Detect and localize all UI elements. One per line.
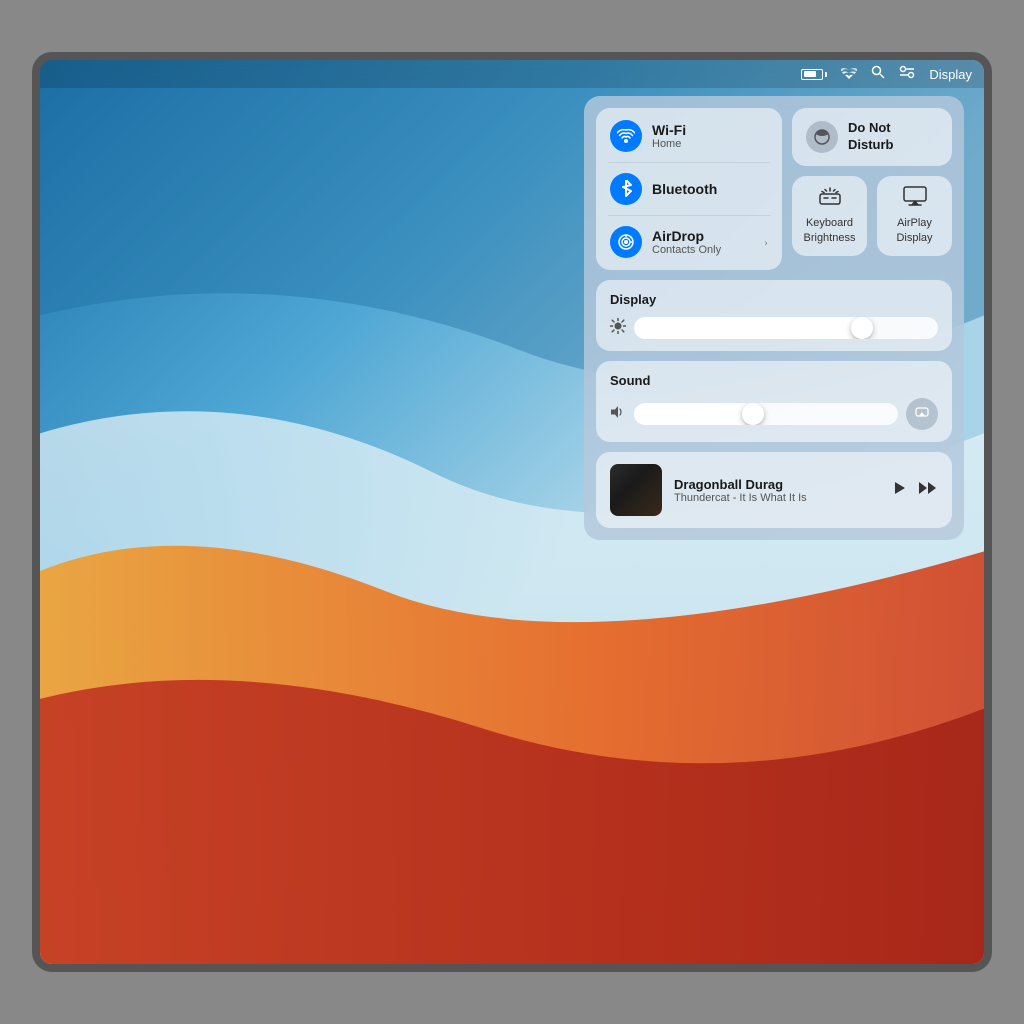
wifi-icon bbox=[610, 120, 642, 152]
airdrop-arrow: › bbox=[764, 235, 768, 250]
wifi-label: Wi-Fi bbox=[652, 122, 686, 138]
menubar: Display bbox=[40, 60, 984, 88]
bluetooth-icon bbox=[610, 173, 642, 205]
bluetooth-item[interactable]: Bluetooth bbox=[610, 173, 768, 205]
small-tiles-row: Keyboard Brightness AirPlay Display bbox=[792, 176, 952, 256]
display-slider-row bbox=[610, 317, 938, 339]
wifi-menubar-icon[interactable] bbox=[841, 65, 857, 84]
wifi-text: Wi-Fi Home bbox=[652, 122, 686, 150]
wifi-item[interactable]: Wi-Fi Home bbox=[610, 120, 768, 152]
search-menubar-icon[interactable] bbox=[871, 65, 885, 84]
keyboard-brightness-tile[interactable]: Keyboard Brightness bbox=[792, 176, 867, 256]
airplay-display-icon bbox=[903, 186, 927, 212]
track-title: Dragonball Durag bbox=[674, 477, 878, 492]
dnd-icon bbox=[806, 121, 838, 153]
airdrop-subtitle: Contacts Only bbox=[652, 244, 721, 256]
display-title: Display bbox=[610, 292, 938, 307]
sound-slider-track[interactable] bbox=[634, 403, 898, 425]
battery-icon bbox=[801, 69, 827, 80]
now-playing-tile: Dragonball Durag Thundercat - It Is What… bbox=[596, 452, 952, 528]
airdrop-text: AirDrop Contacts Only bbox=[652, 228, 721, 256]
airdrop-item[interactable]: AirDrop Contacts Only › bbox=[610, 226, 768, 258]
control-center-panel: Wi-Fi Home Bluetooth bbox=[584, 96, 964, 540]
playback-controls bbox=[890, 479, 938, 502]
airplay-sound-button[interactable] bbox=[906, 398, 938, 430]
right-col: Do Not Disturb bbox=[792, 108, 952, 270]
airplay-display-tile[interactable]: AirPlay Display bbox=[877, 176, 952, 256]
keyboard-brightness-label: Keyboard Brightness bbox=[800, 216, 859, 245]
brightness-icon bbox=[610, 318, 626, 339]
divider-1 bbox=[608, 162, 770, 163]
keyboard-brightness-icon bbox=[818, 186, 842, 212]
track-artist: Thundercat - It Is What It Is bbox=[674, 492, 878, 504]
sound-slider-row bbox=[610, 398, 938, 430]
dnd-label: Do Not Disturb bbox=[848, 120, 938, 154]
airplay-display-label: AirPlay Display bbox=[885, 216, 944, 245]
control-center-menubar-icon[interactable] bbox=[899, 65, 915, 84]
display-slider-track[interactable] bbox=[634, 317, 938, 339]
bluetooth-text: Bluetooth bbox=[652, 181, 717, 197]
display-section: Display bbox=[596, 280, 952, 351]
track-info: Dragonball Durag Thundercat - It Is What… bbox=[674, 477, 878, 504]
wifi-subtitle: Home bbox=[652, 138, 686, 150]
album-art-gradient bbox=[610, 464, 662, 516]
divider-2 bbox=[608, 215, 770, 216]
airdrop-label: AirDrop bbox=[652, 228, 721, 244]
sound-title: Sound bbox=[610, 373, 938, 388]
menubar-datetime: Display bbox=[929, 67, 972, 82]
volume-icon bbox=[610, 405, 626, 424]
top-row: Wi-Fi Home Bluetooth bbox=[596, 108, 952, 270]
airdrop-icon bbox=[610, 226, 642, 258]
screen-container: Display Wi- bbox=[32, 52, 992, 972]
play-button[interactable] bbox=[890, 479, 908, 502]
menubar-right: Display bbox=[801, 65, 972, 84]
sound-section: Sound bbox=[596, 361, 952, 442]
bluetooth-label: Bluetooth bbox=[652, 181, 717, 197]
album-art bbox=[610, 464, 662, 516]
network-tile: Wi-Fi Home Bluetooth bbox=[596, 108, 782, 270]
dnd-tile[interactable]: Do Not Disturb bbox=[792, 108, 952, 166]
skip-button[interactable] bbox=[918, 480, 938, 501]
